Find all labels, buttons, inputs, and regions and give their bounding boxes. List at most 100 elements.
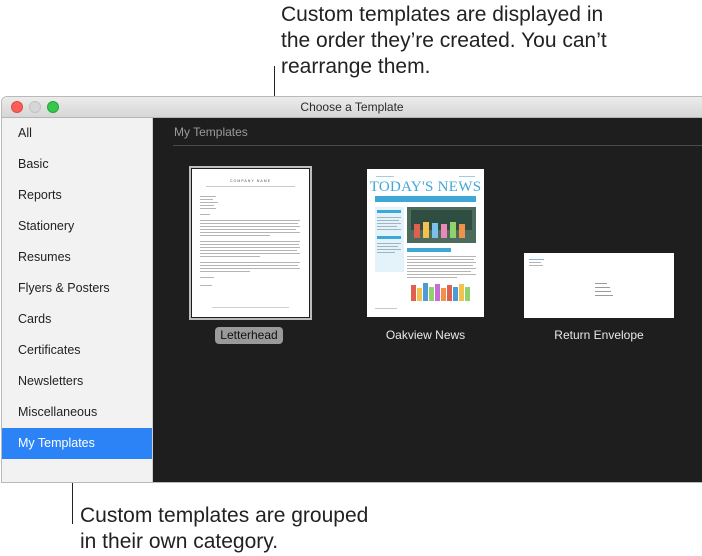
- news-photo-figure: [459, 224, 465, 238]
- letterhead-text-line: [200, 256, 260, 257]
- callout-order-line-1: Custom templates are displayed in: [281, 3, 604, 26]
- news-book-spine: [459, 284, 464, 301]
- template-gallery: My Templates COMPANY NAME Letterhead TOD…: [153, 118, 702, 482]
- letterhead-text-line: [200, 244, 299, 245]
- section-title: My Templates: [174, 125, 248, 139]
- news-body-text: [407, 256, 476, 257]
- letterhead-company-name: COMPANY NAME: [229, 179, 272, 183]
- news-book-spine: [435, 284, 440, 301]
- news-footer-line: [375, 308, 397, 309]
- letterhead-text-line: [200, 241, 300, 242]
- template-thumbnail-oakview-news[interactable]: TODAY'S NEWS: [367, 169, 484, 317]
- news-book-spine: [447, 285, 452, 301]
- letterhead-text-line: [200, 214, 210, 215]
- letterhead-text-line: [200, 205, 214, 206]
- callout-category-line-2: in their own category.: [80, 530, 279, 553]
- news-book-spine: [441, 288, 446, 301]
- letterhead-text-line: [200, 277, 214, 278]
- letterhead-rule: [206, 186, 295, 187]
- letterhead-text-line: [200, 247, 300, 248]
- sidebar-item-all[interactable]: All: [2, 118, 152, 149]
- letterhead-text-line: [200, 250, 297, 251]
- template-label-return-envelope[interactable]: Return Envelope: [524, 327, 674, 344]
- news-photo-figure: [414, 224, 420, 238]
- news-book-spine: [465, 287, 470, 301]
- envelope-recipient-line: [595, 283, 607, 284]
- news-photo-figure: [450, 222, 456, 238]
- letterhead-text-line: [200, 208, 216, 209]
- news-body-text: [407, 274, 476, 275]
- envelope-return-address-line: [529, 259, 544, 260]
- letterhead-text-line: [200, 220, 300, 221]
- callout-category-note: Custom templates are grouped in their ow…: [80, 503, 368, 555]
- callout-category-line-1: Custom templates are grouped: [80, 504, 369, 527]
- news-banner-bar: [375, 196, 476, 202]
- template-label-oakview-news[interactable]: Oakview News: [367, 327, 484, 344]
- letterhead-text-line: [200, 232, 300, 233]
- callout-order-line-3: rearrange them.: [281, 55, 431, 78]
- envelope-recipient-line: [595, 291, 611, 292]
- news-sidebar-text: [377, 220, 399, 221]
- sidebar-item-basic[interactable]: Basic: [2, 149, 152, 180]
- envelope-recipient-line: [595, 287, 610, 288]
- news-sidebar-heading: [377, 236, 401, 239]
- news-body-text: [407, 262, 476, 263]
- letterhead-text-line: [200, 196, 216, 197]
- letterhead-text-line: [200, 235, 270, 236]
- sidebar-item-certificates[interactable]: Certificates: [2, 335, 152, 366]
- news-headline: [407, 248, 451, 252]
- letterhead-text-line: [200, 262, 300, 263]
- news-photo-figure: [423, 222, 429, 238]
- category-sidebar: All Basic Reports Stationery Resumes Fly…: [2, 118, 153, 482]
- sidebar-item-flyers-posters[interactable]: Flyers & Posters: [2, 273, 152, 304]
- sidebar-item-stationery[interactable]: Stationery: [2, 211, 152, 242]
- news-sidebar-heading: [377, 210, 401, 213]
- news-body-text: [407, 259, 474, 260]
- section-divider: [173, 145, 702, 146]
- letterhead-text-line: [200, 265, 298, 266]
- news-book-spine: [429, 287, 434, 301]
- sidebar-item-my-templates[interactable]: My Templates: [2, 428, 152, 459]
- news-book-spine: [411, 285, 416, 301]
- sidebar-item-resumes[interactable]: Resumes: [2, 242, 152, 273]
- news-body-text: [407, 265, 473, 266]
- sidebar-item-reports[interactable]: Reports: [2, 180, 152, 211]
- template-thumbnail-return-envelope[interactable]: [524, 253, 674, 318]
- letterhead-footer-line: [212, 307, 289, 308]
- letterhead-text-line: [200, 285, 212, 286]
- envelope-return-address-line: [529, 262, 541, 263]
- letterhead-text-line: [200, 268, 300, 269]
- template-thumbnail-letterhead[interactable]: COMPANY NAME: [189, 166, 312, 320]
- news-date-line: [459, 176, 475, 177]
- news-photo-figure: [432, 223, 438, 238]
- news-sidebar-text: [377, 243, 401, 244]
- news-book-spine: [417, 288, 422, 301]
- callout-order-line-2: the order they’re created. You can’t: [281, 29, 607, 52]
- news-book-spine: [423, 283, 428, 301]
- title-bar[interactable]: Choose a Template: [2, 97, 702, 118]
- news-body-text: [407, 271, 471, 272]
- envelope-return-address-line: [529, 265, 543, 266]
- news-body-text: [407, 277, 457, 278]
- news-sidebar-text: [377, 217, 401, 218]
- letterhead-text-line: [200, 271, 250, 272]
- news-body-text: [407, 268, 476, 269]
- letterhead-text-line: [200, 202, 218, 203]
- letterhead-text-line: [200, 253, 300, 254]
- news-sidebar-text: [377, 252, 395, 253]
- news-sidebar-text: [377, 223, 401, 224]
- sidebar-item-miscellaneous[interactable]: Miscellaneous: [2, 397, 152, 428]
- news-photo-figure: [441, 224, 447, 238]
- letterhead-text-line: [200, 229, 296, 230]
- sidebar-item-newsletters[interactable]: Newsletters: [2, 366, 152, 397]
- news-sidebar-text: [377, 246, 398, 247]
- news-masthead: TODAY'S NEWS: [369, 179, 482, 195]
- template-chooser-window: Choose a Template All Basic Reports Stat…: [2, 97, 702, 482]
- template-label-letterhead[interactable]: Letterhead: [215, 327, 283, 344]
- envelope-recipient-line: [595, 295, 613, 296]
- callout-order-note: Custom templates are displayed in the or…: [281, 2, 607, 80]
- letterhead-text-line: [200, 226, 300, 227]
- news-issue-line: [376, 176, 394, 177]
- news-sidebar-text: [377, 226, 397, 227]
- sidebar-item-cards[interactable]: Cards: [2, 304, 152, 335]
